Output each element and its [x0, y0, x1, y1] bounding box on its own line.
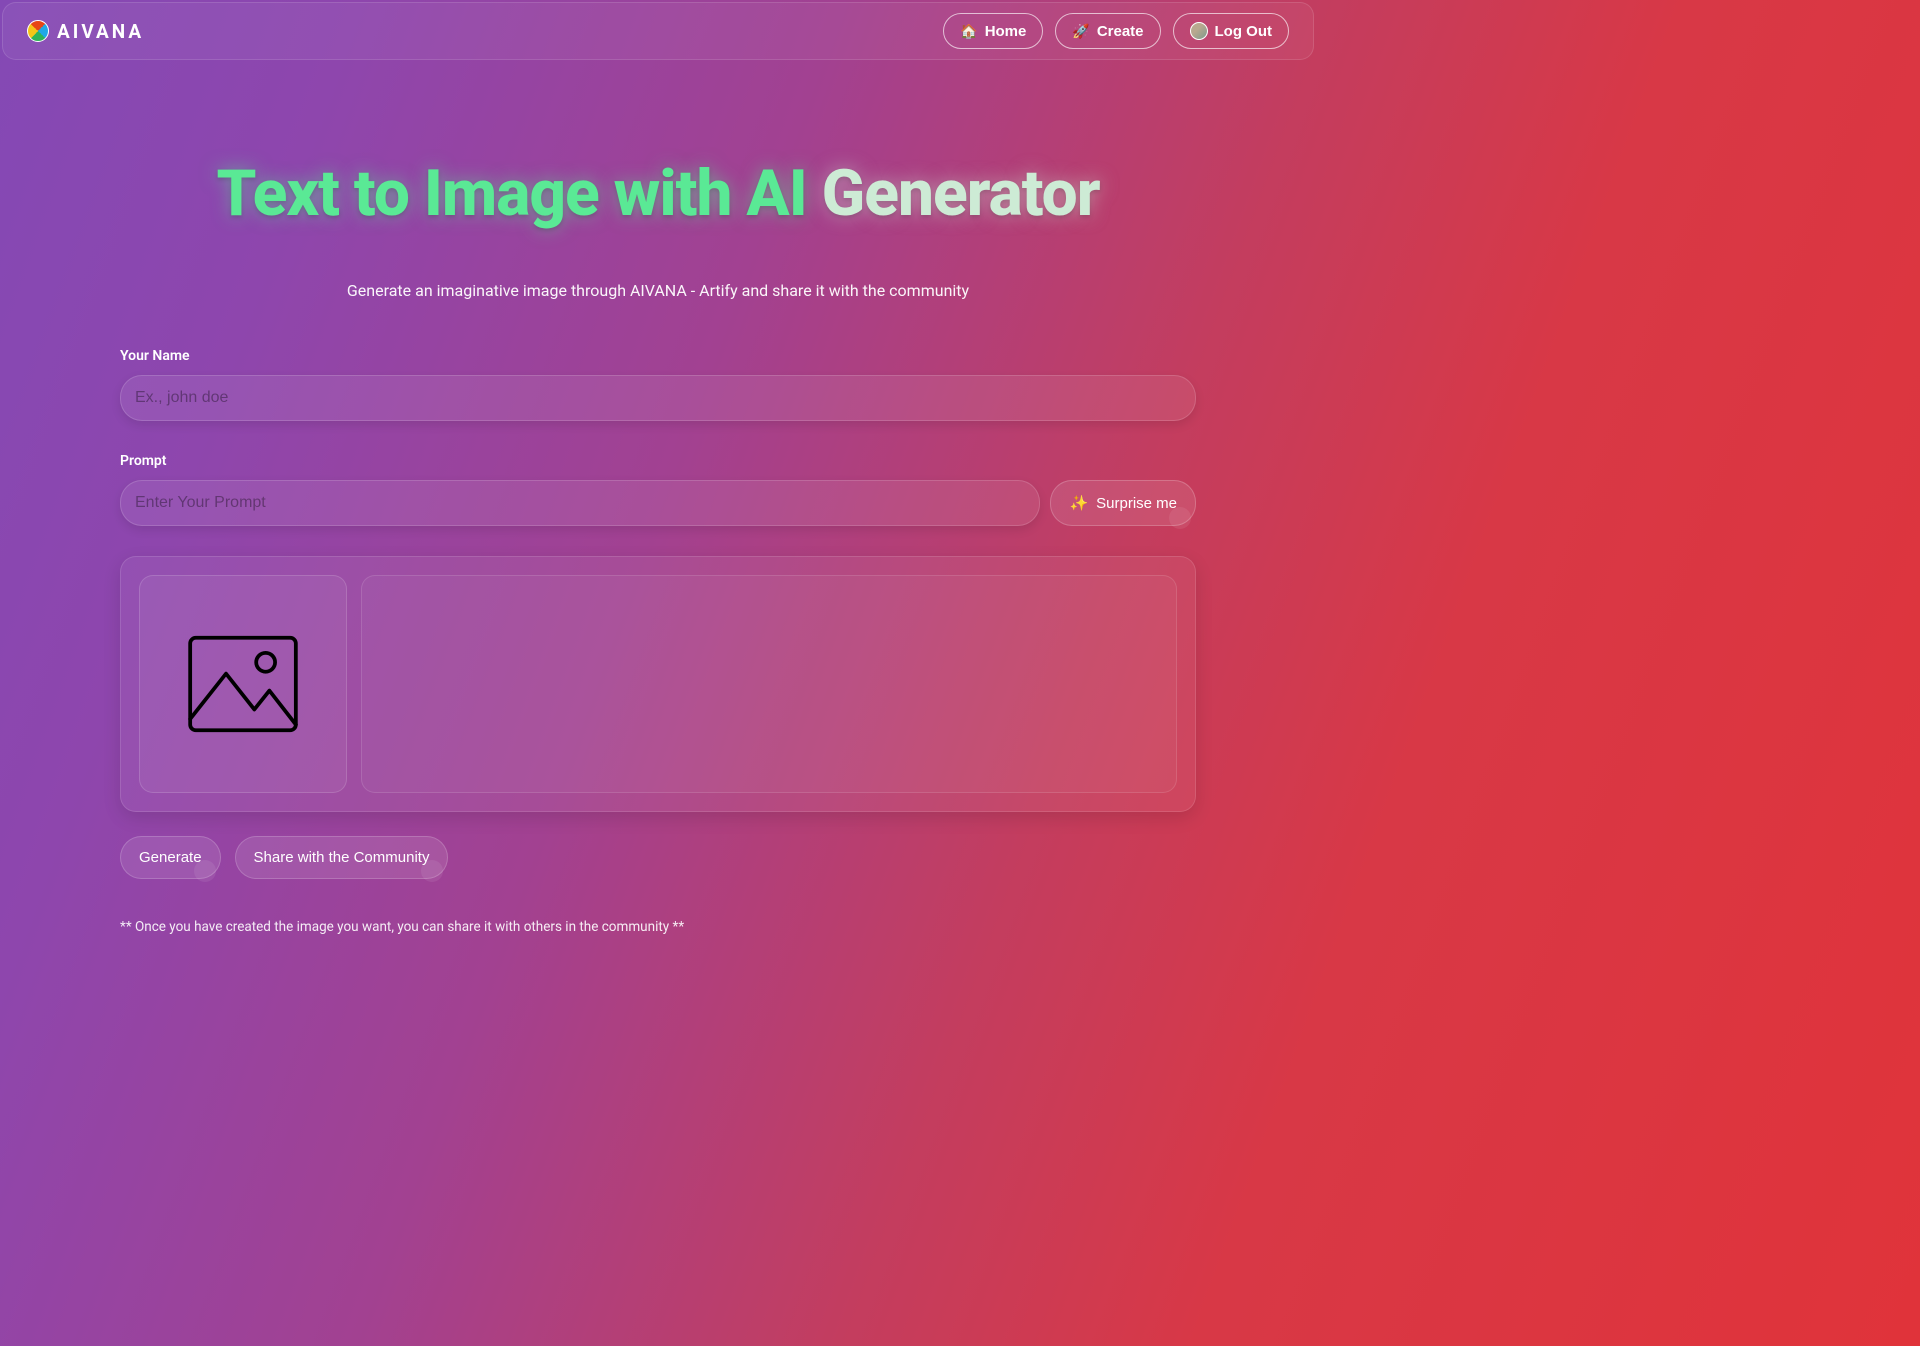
prompt-input[interactable] [120, 480, 1040, 526]
prompt-row: ✨ Surprise me [120, 480, 1196, 526]
image-output-area [361, 575, 1177, 793]
action-buttons: Generate Share with the Community [120, 836, 1196, 879]
create-label: Create [1097, 23, 1144, 40]
surprise-me-button[interactable]: ✨ Surprise me [1050, 480, 1196, 526]
brand-name: AIVANA [57, 20, 144, 43]
prompt-field-group: Prompt ✨ Surprise me [120, 453, 1196, 526]
logout-label: Log Out [1215, 23, 1272, 40]
avatar-icon [1190, 22, 1208, 40]
page-title: Text to Image with AI Generator [120, 156, 1196, 231]
rocket-icon: 🚀 [1072, 23, 1089, 40]
button-dot-decoration [1169, 507, 1191, 529]
prompt-label: Prompt [120, 453, 1196, 469]
share-label: Share with the Community [254, 849, 430, 866]
name-label: Your Name [120, 348, 1196, 364]
home-label: Home [985, 23, 1027, 40]
nav-buttons: 🏠 Home 🚀 Create Log Out [943, 13, 1289, 49]
logout-button[interactable]: Log Out [1173, 13, 1289, 49]
create-button[interactable]: 🚀 Create [1055, 13, 1160, 49]
prompt-input-wrap [120, 480, 1040, 526]
footnote: ** Once you have created the image you w… [120, 919, 1196, 975]
name-input[interactable] [120, 375, 1196, 421]
sparkle-icon: ✨ [1069, 494, 1088, 512]
logo[interactable]: AIVANA [27, 20, 144, 43]
title-suffix: Generator [822, 156, 1100, 231]
page-subtitle: Generate an imaginative image through AI… [120, 281, 1196, 300]
surprise-label: Surprise me [1096, 495, 1177, 512]
home-icon: 🏠 [960, 23, 977, 40]
image-panel [120, 556, 1196, 812]
name-field-group: Your Name [120, 348, 1196, 421]
image-placeholder-icon [186, 634, 300, 734]
button-dot-decoration [421, 860, 443, 882]
generate-button[interactable]: Generate [120, 836, 221, 879]
generate-label: Generate [139, 849, 202, 866]
logo-icon [27, 20, 49, 42]
navbar: AIVANA 🏠 Home 🚀 Create Log Out [2, 2, 1314, 60]
image-preview-placeholder [139, 575, 347, 793]
main-container: Text to Image with AI Generator Generate… [108, 156, 1208, 975]
home-button[interactable]: 🏠 Home [943, 13, 1043, 49]
title-highlight: Text to Image with AI [216, 156, 806, 231]
button-dot-decoration [194, 860, 216, 882]
share-button[interactable]: Share with the Community [235, 836, 449, 879]
